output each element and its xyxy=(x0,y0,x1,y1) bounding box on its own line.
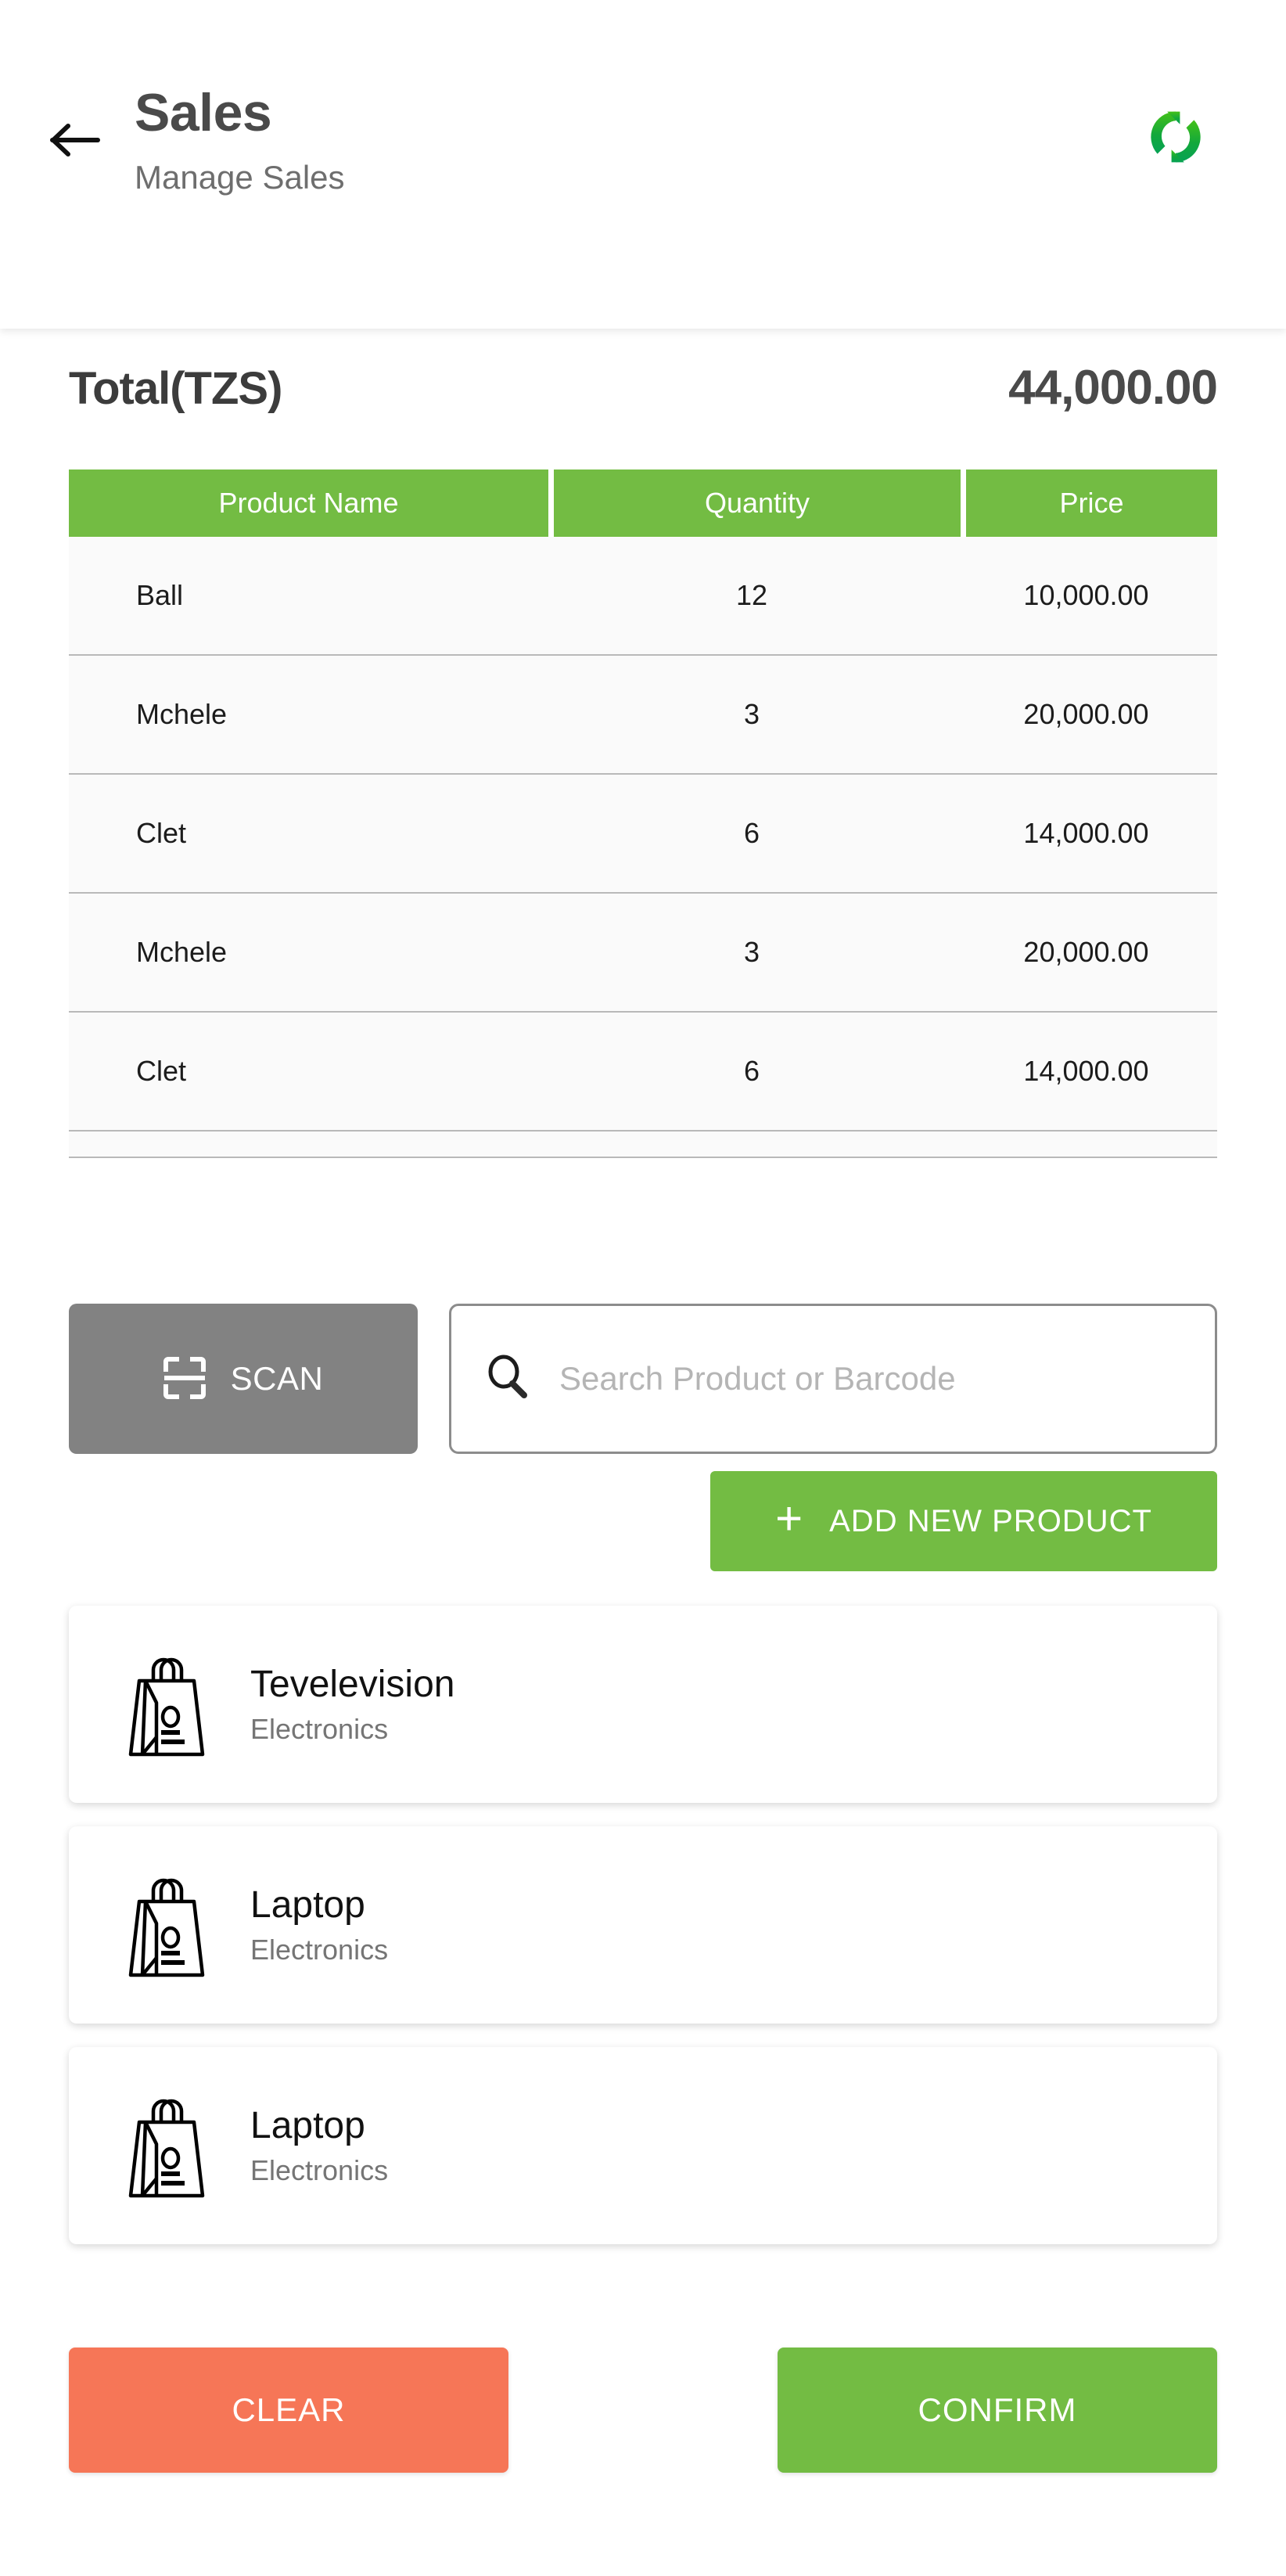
scan-button-label: SCAN xyxy=(230,1360,324,1397)
product-results-list: Tevelevision Electronics Laptop Electron… xyxy=(69,1606,1217,2244)
scan-button[interactable]: SCAN xyxy=(69,1304,418,1454)
cell-price: 14,000.00 xyxy=(1023,1055,1149,1087)
shopping-bag-icon xyxy=(124,1870,210,1980)
clear-button[interactable]: CLEAR xyxy=(69,2348,508,2473)
header-title-block: Sales Manage Sales xyxy=(135,86,345,194)
add-new-product-label: ADD NEW PRODUCT xyxy=(829,1503,1152,1538)
page-subtitle: Manage Sales xyxy=(135,159,345,196)
product-name: Laptop xyxy=(250,1883,365,1926)
cell-quantity: 3 xyxy=(743,698,760,730)
cell-product-name: Mchele xyxy=(136,936,228,968)
cell-quantity: 6 xyxy=(743,817,760,849)
total-label: Total(TZS) xyxy=(69,363,282,414)
list-item[interactable]: Laptop Electronics xyxy=(69,1826,1217,2024)
cell-quantity: 3 xyxy=(743,936,760,968)
cell-product-name: Clet xyxy=(136,817,187,849)
add-new-product-button[interactable]: + ADD NEW PRODUCT xyxy=(710,1471,1217,1571)
table-row[interactable]: Clet 6 14,000.00 xyxy=(69,1013,1217,1131)
cell-price: 10,000.00 xyxy=(1023,579,1149,611)
sales-screen: Sales Manage Sales Total(TZS) 44,000.00 … xyxy=(0,0,1286,2576)
table-body: Ball 12 10,000.00 Mchele 3 20,000.00 Cle… xyxy=(69,537,1217,1158)
product-category: Electronics xyxy=(250,1934,389,1966)
shopping-bag-icon xyxy=(124,2091,210,2200)
list-item[interactable]: Tevelevision Electronics xyxy=(69,1606,1217,1803)
search-input[interactable]: Search Product or Barcode xyxy=(449,1304,1217,1454)
barcode-scan-icon xyxy=(163,1356,206,1401)
back-arrow-icon[interactable] xyxy=(47,112,103,168)
total-summary-row: Total(TZS) 44,000.00 xyxy=(0,360,1286,416)
column-header-price: Price xyxy=(966,470,1217,537)
search-icon xyxy=(484,1354,531,1405)
list-item[interactable]: Laptop Electronics xyxy=(69,2047,1217,2244)
scan-search-row: SCAN Search Product or Barcode xyxy=(69,1304,1217,1454)
table-row-partial xyxy=(69,1131,1217,1157)
cell-price: 20,000.00 xyxy=(1023,698,1149,730)
shopping-bag-icon xyxy=(124,1650,210,1759)
cell-product-name: Clet xyxy=(136,1055,187,1087)
list-item-text: Laptop Electronics xyxy=(250,1883,389,1966)
table-row[interactable]: Mchele 3 20,000.00 xyxy=(69,656,1217,775)
cell-product-name: Mchele xyxy=(136,698,228,730)
sync-refresh-icon[interactable] xyxy=(1141,102,1211,172)
product-name: Tevelevision xyxy=(250,1663,455,1705)
table-row[interactable]: Ball 12 10,000.00 xyxy=(69,537,1217,656)
cell-price: 14,000.00 xyxy=(1023,817,1149,849)
list-item-text: Laptop Electronics xyxy=(250,2106,388,2185)
footer-actions: CLEAR CONFIRM xyxy=(69,2348,1217,2473)
total-amount: 44,000.00 xyxy=(1008,361,1218,415)
product-name: Laptop xyxy=(250,2104,365,2146)
cell-product-name: Ball xyxy=(136,579,184,611)
table-row[interactable]: Mchele 3 20,000.00 xyxy=(69,894,1217,1013)
app-header: Sales Manage Sales xyxy=(0,0,1286,329)
confirm-button[interactable]: CONFIRM xyxy=(778,2348,1217,2473)
cell-price: 20,000.00 xyxy=(1023,936,1149,968)
column-header-product-name: Product Name xyxy=(69,470,548,537)
cart-table: Product Name Quantity Price Ball 12 10,0… xyxy=(69,470,1217,1158)
page-title: Sales xyxy=(135,83,272,142)
table-header-row: Product Name Quantity Price xyxy=(69,470,1217,537)
table-row[interactable]: Clet 6 14,000.00 xyxy=(69,775,1217,894)
search-input-placeholder: Search Product or Barcode xyxy=(559,1360,956,1397)
cell-quantity: 12 xyxy=(735,579,768,611)
cell-quantity: 6 xyxy=(743,1055,760,1087)
list-item-text: Tevelevision Electronics xyxy=(250,1663,455,1746)
product-category: Electronics xyxy=(250,2154,389,2187)
column-header-quantity: Quantity xyxy=(554,470,961,537)
header-left-group: Sales Manage Sales xyxy=(47,86,345,194)
product-category: Electronics xyxy=(250,1713,389,1746)
plus-icon: + xyxy=(775,1492,803,1545)
